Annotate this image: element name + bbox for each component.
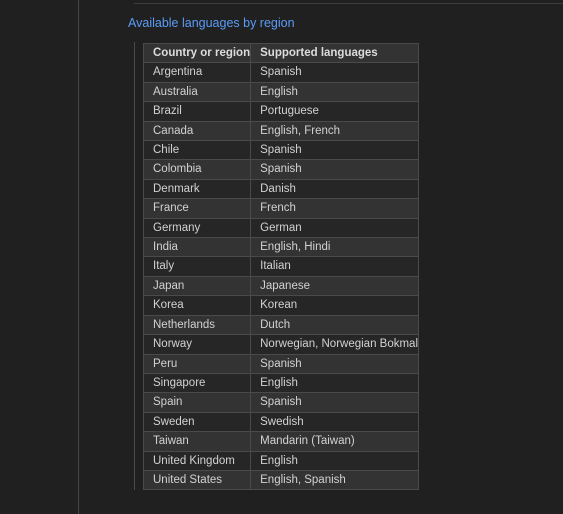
cell-country: Spain xyxy=(142,392,252,413)
table-row: Sweden Swedish xyxy=(142,411,420,433)
table-row: Italy Italian xyxy=(142,256,420,277)
table-row: Peru Spanish xyxy=(142,353,420,374)
table-row: Chile Spanish xyxy=(142,140,420,161)
cell-country: Peru xyxy=(142,353,252,374)
cell-country: India xyxy=(142,237,252,258)
table-row: Colombia Spanish xyxy=(142,159,420,180)
table-row: France French xyxy=(142,198,420,219)
table-header-row: Country or region Supported languages xyxy=(142,42,420,64)
cell-languages: English xyxy=(250,81,420,103)
content-top-divider xyxy=(134,3,563,4)
cell-country: Singapore xyxy=(142,372,252,394)
table-header: Country or region Supported languages xyxy=(142,42,420,64)
cell-languages: Portuguese xyxy=(250,101,420,122)
cell-languages: English xyxy=(250,372,420,394)
cell-country: Korea xyxy=(142,295,252,316)
table-row: United States English, Spanish xyxy=(142,469,420,491)
cell-languages: Mandarin (Taiwan) xyxy=(250,431,420,452)
cell-languages: English, French xyxy=(250,120,420,142)
cell-languages: English, Spanish xyxy=(250,469,420,491)
cell-country: Colombia xyxy=(142,159,252,180)
cell-country: Australia xyxy=(142,81,252,103)
table-row: Norway Norwegian, Norwegian Bokmal xyxy=(142,334,420,355)
cell-country: United Kingdom xyxy=(142,450,252,471)
table-row: India English, Hindi xyxy=(142,237,420,258)
cell-country: Chile xyxy=(142,140,252,161)
cell-country: Japan xyxy=(142,275,252,297)
section-heading-link[interactable]: Available languages by region xyxy=(128,16,295,31)
table-row: Denmark Danish xyxy=(142,178,420,200)
cell-country: Brazil xyxy=(142,101,252,122)
table-row: Australia English xyxy=(142,81,420,103)
table-gutter-divider xyxy=(134,42,135,490)
cell-country: Sweden xyxy=(142,411,252,433)
table-row: Canada English, French xyxy=(142,120,420,142)
cell-languages: Italian xyxy=(250,256,420,277)
cell-country: Germany xyxy=(142,217,252,239)
cell-languages: Swedish xyxy=(250,411,420,433)
cell-languages: Spanish xyxy=(250,140,420,161)
cell-country: Norway xyxy=(142,334,252,355)
column-header-country: Country or region xyxy=(142,42,252,64)
available-languages-table: Country or region Supported languages Ar… xyxy=(142,42,420,491)
cell-languages: Dutch xyxy=(250,314,420,336)
cell-languages: French xyxy=(250,198,420,219)
table-row: Spain Spanish xyxy=(142,392,420,413)
column-header-languages: Supported languages xyxy=(250,42,420,64)
page-root: Available languages by region Country or… xyxy=(0,0,563,514)
table-row: Japan Japanese xyxy=(142,275,420,297)
cell-languages: Norwegian, Norwegian Bokmal xyxy=(250,334,420,355)
cell-country: Argentina xyxy=(142,62,252,83)
cell-languages: English, Hindi xyxy=(250,237,420,258)
left-nav-divider xyxy=(78,0,79,514)
table-row: Korea Korean xyxy=(142,295,420,316)
cell-country: United States xyxy=(142,469,252,491)
table-row: Taiwan Mandarin (Taiwan) xyxy=(142,431,420,452)
table-row: Argentina Spanish xyxy=(142,62,420,83)
cell-languages: Spanish xyxy=(250,392,420,413)
table-row: Brazil Portuguese xyxy=(142,101,420,122)
cell-languages: Spanish xyxy=(250,353,420,374)
cell-languages: Japanese xyxy=(250,275,420,297)
table-row: United Kingdom English xyxy=(142,450,420,471)
cell-languages: Spanish xyxy=(250,62,420,83)
cell-languages: Danish xyxy=(250,178,420,200)
cell-languages: English xyxy=(250,450,420,471)
cell-languages: German xyxy=(250,217,420,239)
cell-country: France xyxy=(142,198,252,219)
cell-country: Netherlands xyxy=(142,314,252,336)
cell-country: Taiwan xyxy=(142,431,252,452)
table-row: Germany German xyxy=(142,217,420,239)
table-body: Argentina Spanish Australia English Brazil Po… xyxy=(142,62,420,491)
table-row: Netherlands Dutch xyxy=(142,314,420,336)
table-row: Singapore English xyxy=(142,372,420,394)
cell-country: Italy xyxy=(142,256,252,277)
cell-country: Canada xyxy=(142,120,252,142)
cell-languages: Korean xyxy=(250,295,420,316)
cell-country: Denmark xyxy=(142,178,252,200)
cell-languages: Spanish xyxy=(250,159,420,180)
